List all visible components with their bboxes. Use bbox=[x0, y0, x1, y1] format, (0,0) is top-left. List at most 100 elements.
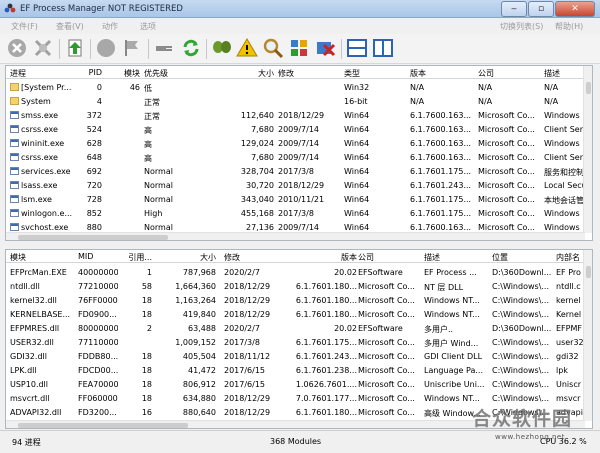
process-row[interactable]: csrss.exe 648 高 7,680 2009/7/14 Win64 6.1.7600… bbox=[6, 150, 592, 164]
title-bar: EF Process Manager NOT REGISTERED ‒ ▫ ✕ bbox=[0, 0, 600, 18]
module-row[interactable]: ntdll.dll 77210000 58 1,664,360 2018/12/29 6.… bbox=[6, 279, 592, 293]
process-row[interactable]: lsm.exe 728 Normal 343,040 2010/11/21 Win64 6.… bbox=[6, 192, 592, 206]
menu-switch-list[interactable]: 切换列表(S) bbox=[500, 21, 543, 32]
maximize-button[interactable]: ▫ bbox=[528, 1, 554, 17]
process-cell: 648 bbox=[86, 153, 102, 162]
process-cell: Client Serv bbox=[544, 153, 586, 162]
plug-icon[interactable] bbox=[153, 37, 175, 59]
process-name: lsm.exe bbox=[21, 195, 52, 204]
process-icon bbox=[10, 83, 19, 91]
process-cell: Win64 bbox=[344, 153, 370, 162]
process-cell: N/A bbox=[410, 97, 425, 106]
module-row[interactable]: EFPrcMan.EXE 40000000 1 787,968 2020/2/7 20.0… bbox=[6, 265, 592, 279]
module-cell: 40000000 bbox=[78, 268, 118, 277]
module-column-header[interactable]: 公司 bbox=[358, 252, 422, 263]
module-row[interactable]: GDI32.dll FDDB80... 18 405,504 2018/11/12 6.1… bbox=[6, 349, 592, 363]
module-cell: 2018/12/29 bbox=[224, 394, 271, 403]
module-cell: FDDB80... bbox=[78, 352, 118, 361]
process-cell: Windows bbox=[544, 139, 580, 148]
process-cell: Microsoft Co... bbox=[478, 125, 535, 134]
module-row[interactable]: LPK.dll FDCD00... 18 41,472 2017/6/15 6.1.760… bbox=[6, 363, 592, 377]
layout-vertical-icon[interactable] bbox=[372, 37, 394, 59]
minimize-button[interactable]: ‒ bbox=[501, 1, 527, 17]
process-row[interactable]: lsass.exe 720 Normal 30,720 2018/12/29 Win64 6… bbox=[6, 178, 592, 192]
priority-icon[interactable] bbox=[95, 37, 117, 59]
module-column-header[interactable]: 版本 bbox=[292, 252, 357, 263]
process-column-header[interactable]: 修改 bbox=[278, 68, 340, 79]
module-list[interactable]: 模块 MID 引用... 大小 修改 版本 公司 描述 位置 内部名 EFPrcMan.EXE 40… bbox=[5, 249, 593, 429]
module-cell: C:\Windows\... bbox=[492, 282, 550, 291]
process-column-header[interactable]: 模块 bbox=[118, 68, 140, 79]
module-cell: EFPMF bbox=[556, 324, 582, 333]
module-row[interactable]: msvcrt.dll FF060000 18 634,880 2018/12/29 7.0… bbox=[6, 391, 592, 405]
process-column-header[interactable]: 进程 bbox=[10, 68, 86, 79]
process-column-header[interactable]: 版本 bbox=[410, 68, 476, 79]
module-vertical-scrollbar[interactable] bbox=[583, 250, 592, 421]
module-cell: 18 bbox=[141, 394, 152, 403]
process-list[interactable]: 进程 PID 模块 优先级 大小 修改 类型 版本 公司 描述 [System Pr... 0 46 低… bbox=[5, 65, 593, 241]
module-row[interactable]: EFPMRES.dll 80000000 2 63,488 2020/2/7 20.02 E… bbox=[6, 321, 592, 335]
dll-delete-icon[interactable] bbox=[314, 37, 336, 59]
process-column-header[interactable]: 公司 bbox=[478, 68, 540, 79]
process-column-header[interactable]: 描述 bbox=[544, 68, 586, 79]
module-cell: EF Pro bbox=[556, 268, 581, 277]
module-column-header[interactable]: 大小 bbox=[158, 252, 216, 263]
process-row[interactable]: [System Pr... 0 46 低 Win32 N/A N/A N/A bbox=[6, 80, 592, 94]
module-cell: KERNELBASE... bbox=[10, 310, 71, 319]
process-cell: 高 bbox=[144, 126, 152, 135]
process-cell: 6.1.7600.163... bbox=[410, 111, 472, 120]
module-row[interactable]: kernel32.dll 76FF0000 18 1,163,264 2018/12/2… bbox=[6, 293, 592, 307]
process-cell: Microsoft Co... bbox=[478, 111, 535, 120]
process-vertical-scrollbar[interactable] bbox=[583, 66, 592, 233]
process-column-header[interactable]: 类型 bbox=[344, 68, 402, 79]
process-cell: lsass.exe bbox=[10, 181, 86, 190]
butterfly-icon[interactable] bbox=[211, 37, 233, 59]
warning-icon[interactable] bbox=[236, 37, 258, 59]
process-cell: 524 bbox=[86, 125, 102, 134]
module-row[interactable]: USP10.dll FEA70000 18 806,912 2017/6/15 1.062… bbox=[6, 377, 592, 391]
process-row[interactable]: services.exe 692 Normal 328,704 2017/3/8 Win6… bbox=[6, 164, 592, 178]
menu-view[interactable]: 查看(V) bbox=[56, 21, 84, 32]
module-cell: Language Pa... bbox=[424, 366, 484, 375]
module-column-header[interactable]: MID bbox=[78, 252, 118, 261]
process-row[interactable]: smss.exe 372 正常 112,640 2018/12/29 Win64 6.1.7… bbox=[6, 108, 592, 122]
module-row[interactable]: KERNELBASE... FD0900... 18 419,840 2018/12/2… bbox=[6, 307, 592, 321]
process-horizontal-scrollbar[interactable] bbox=[6, 232, 585, 240]
process-column-header[interactable]: PID bbox=[86, 68, 102, 77]
module-column-header[interactable]: 描述 bbox=[424, 252, 490, 263]
process-cell: N/A bbox=[544, 83, 559, 92]
module-cell: 634,880 bbox=[182, 394, 216, 403]
module-column-header[interactable]: 引用... bbox=[124, 252, 152, 263]
module-cell: 6.1.7601.180... bbox=[295, 282, 357, 291]
process-row[interactable]: csrss.exe 524 高 7,680 2009/7/14 Win64 6.1.7600… bbox=[6, 122, 592, 136]
process-icon bbox=[10, 181, 19, 189]
process-cell: 129,024 bbox=[240, 139, 274, 148]
run-icon[interactable] bbox=[64, 37, 86, 59]
process-cell: 2009/7/14 bbox=[278, 139, 320, 148]
menu-help[interactable]: 帮助(H) bbox=[555, 21, 583, 32]
module-cell: USP10.dll bbox=[10, 380, 49, 389]
module-column-header[interactable]: 模块 bbox=[10, 252, 78, 263]
flag-icon[interactable] bbox=[121, 37, 143, 59]
module-column-header[interactable]: 内部名 bbox=[556, 252, 586, 263]
process-row[interactable]: winlogon.e... 852 High 455,168 2017/3/8 Win64… bbox=[6, 206, 592, 220]
menu-action[interactable]: 动作 bbox=[102, 21, 118, 32]
process-column-header[interactable]: 大小 bbox=[211, 68, 274, 79]
module-icon[interactable] bbox=[288, 37, 310, 59]
close-button[interactable]: ✕ bbox=[555, 1, 595, 17]
kill-tree-icon[interactable] bbox=[32, 37, 54, 59]
search-icon[interactable] bbox=[262, 37, 284, 59]
module-column-header[interactable]: 修改 bbox=[224, 252, 288, 263]
process-column-header[interactable]: 优先级 bbox=[144, 68, 204, 79]
process-row[interactable]: System 4 正常 16-bit N/A N/A N/A bbox=[6, 94, 592, 108]
menu-options[interactable]: 选项 bbox=[140, 21, 156, 32]
module-column-header[interactable]: 位置 bbox=[492, 252, 554, 263]
process-row[interactable]: wininit.exe 628 高 129,024 2009/7/14 Win64 6.1.… bbox=[6, 136, 592, 150]
menu-file[interactable]: 文件(F) bbox=[11, 21, 38, 32]
module-cell: 7.0.7601.177... bbox=[295, 394, 357, 403]
module-row[interactable]: USER32.dll 77110000 1,009,152 2017/3/8 6.1.7… bbox=[6, 335, 592, 349]
layout-horizontal-icon[interactable] bbox=[346, 37, 368, 59]
kill-process-icon[interactable] bbox=[6, 37, 28, 59]
refresh-icon[interactable] bbox=[180, 37, 202, 59]
process-cell: 30,720 bbox=[246, 181, 274, 190]
